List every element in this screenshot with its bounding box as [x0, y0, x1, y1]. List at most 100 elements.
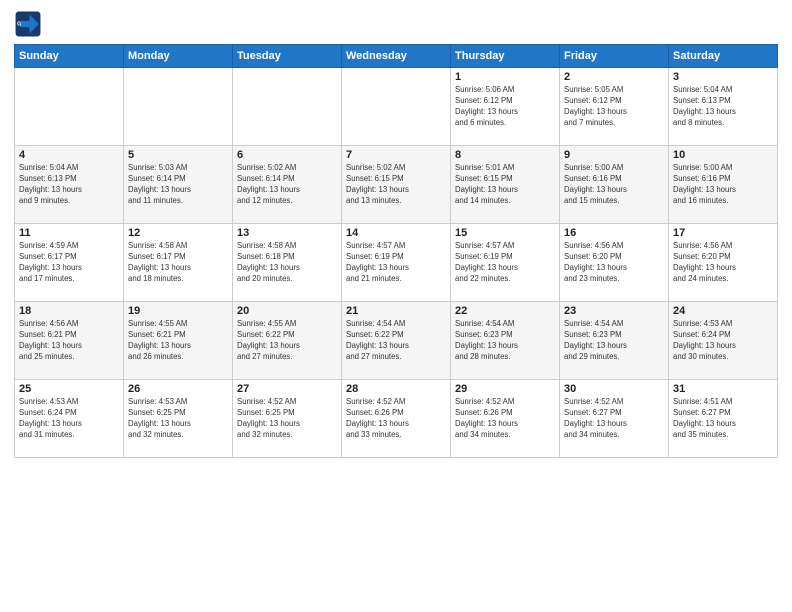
calendar-table: SundayMondayTuesdayWednesdayThursdayFrid…	[14, 44, 778, 458]
calendar-cell: 9 Sunrise: 5:00 AM Sunset: 6:16 PM Daylig…	[560, 146, 669, 224]
day-number: 18	[19, 305, 119, 317]
day-number: 8	[455, 149, 555, 161]
day-number: 5	[128, 149, 228, 161]
calendar-cell: 26 Sunrise: 4:53 AM Sunset: 6:25 PM Dayli…	[124, 380, 233, 458]
day-info: Sunrise: 5:06 AM Sunset: 6:12 PM Dayligh…	[455, 85, 555, 129]
day-number: 14	[346, 227, 446, 239]
day-info: Sunrise: 4:57 AM Sunset: 6:19 PM Dayligh…	[455, 241, 555, 285]
day-number: 19	[128, 305, 228, 317]
day-number: 27	[237, 383, 337, 395]
calendar-cell: 24 Sunrise: 4:53 AM Sunset: 6:24 PM Dayli…	[669, 302, 778, 380]
day-info: Sunrise: 4:53 AM Sunset: 6:25 PM Dayligh…	[128, 397, 228, 441]
calendar-cell: 30 Sunrise: 4:52 AM Sunset: 6:27 PM Dayli…	[560, 380, 669, 458]
day-number: 16	[564, 227, 664, 239]
calendar-cell	[15, 68, 124, 146]
day-number: 25	[19, 383, 119, 395]
day-number: 23	[564, 305, 664, 317]
calendar-cell: 17 Sunrise: 4:56 AM Sunset: 6:20 PM Dayli…	[669, 224, 778, 302]
day-info: Sunrise: 4:54 AM Sunset: 6:23 PM Dayligh…	[455, 319, 555, 363]
calendar-cell	[342, 68, 451, 146]
day-number: 30	[564, 383, 664, 395]
day-info: Sunrise: 4:58 AM Sunset: 6:17 PM Dayligh…	[128, 241, 228, 285]
day-number: 31	[673, 383, 773, 395]
calendar-cell: 1Sunrise: 5:06 AM Sunset: 6:12 PM Daylig…	[451, 68, 560, 146]
day-info: Sunrise: 5:02 AM Sunset: 6:15 PM Dayligh…	[346, 163, 446, 207]
calendar-cell: 23 Sunrise: 4:54 AM Sunset: 6:23 PM Dayli…	[560, 302, 669, 380]
calendar-cell: 18 Sunrise: 4:56 AM Sunset: 6:21 PM Dayli…	[15, 302, 124, 380]
calendar-cell: 2 Sunrise: 5:05 AM Sunset: 6:12 PM Daylig…	[560, 68, 669, 146]
calendar-cell: 22 Sunrise: 4:54 AM Sunset: 6:23 PM Dayli…	[451, 302, 560, 380]
calendar-cell: 25 Sunrise: 4:53 AM Sunset: 6:24 PM Dayli…	[15, 380, 124, 458]
header: G	[14, 10, 778, 38]
logo-icon: G	[14, 10, 42, 38]
day-info: Sunrise: 4:52 AM Sunset: 6:25 PM Dayligh…	[237, 397, 337, 441]
weekday-header-saturday: Saturday	[669, 45, 778, 68]
day-info: Sunrise: 4:53 AM Sunset: 6:24 PM Dayligh…	[19, 397, 119, 441]
calendar-cell: 15 Sunrise: 4:57 AM Sunset: 6:19 PM Dayli…	[451, 224, 560, 302]
day-number: 21	[346, 305, 446, 317]
day-info: Sunrise: 5:04 AM Sunset: 6:13 PM Dayligh…	[673, 85, 773, 129]
calendar-cell	[233, 68, 342, 146]
weekday-header-friday: Friday	[560, 45, 669, 68]
weekday-header-sunday: Sunday	[15, 45, 124, 68]
day-info: Sunrise: 4:53 AM Sunset: 6:24 PM Dayligh…	[673, 319, 773, 363]
day-info: Sunrise: 5:03 AM Sunset: 6:14 PM Dayligh…	[128, 163, 228, 207]
day-info: Sunrise: 4:54 AM Sunset: 6:23 PM Dayligh…	[564, 319, 664, 363]
day-number: 20	[237, 305, 337, 317]
day-number: 2	[564, 71, 664, 83]
day-number: 17	[673, 227, 773, 239]
day-info: Sunrise: 4:54 AM Sunset: 6:22 PM Dayligh…	[346, 319, 446, 363]
weekday-header-monday: Monday	[124, 45, 233, 68]
calendar-week-3: 11 Sunrise: 4:59 AM Sunset: 6:17 PM Dayli…	[15, 224, 778, 302]
calendar-week-5: 25 Sunrise: 4:53 AM Sunset: 6:24 PM Dayli…	[15, 380, 778, 458]
day-number: 26	[128, 383, 228, 395]
calendar-cell: 31 Sunrise: 4:51 AM Sunset: 6:27 PM Dayli…	[669, 380, 778, 458]
day-info: Sunrise: 5:00 AM Sunset: 6:16 PM Dayligh…	[673, 163, 773, 207]
calendar-cell: 6Sunrise: 5:02 AM Sunset: 6:14 PM Daylig…	[233, 146, 342, 224]
day-number: 15	[455, 227, 555, 239]
calendar-cell: 7 Sunrise: 5:02 AM Sunset: 6:15 PM Daylig…	[342, 146, 451, 224]
day-info: Sunrise: 4:58 AM Sunset: 6:18 PM Dayligh…	[237, 241, 337, 285]
day-info: Sunrise: 4:55 AM Sunset: 6:21 PM Dayligh…	[128, 319, 228, 363]
svg-text:G: G	[17, 22, 21, 28]
day-number: 12	[128, 227, 228, 239]
calendar-cell: 3 Sunrise: 5:04 AM Sunset: 6:13 PM Daylig…	[669, 68, 778, 146]
day-number: 28	[346, 383, 446, 395]
day-number: 24	[673, 305, 773, 317]
calendar-body: 1Sunrise: 5:06 AM Sunset: 6:12 PM Daylig…	[15, 68, 778, 458]
day-info: Sunrise: 4:56 AM Sunset: 6:20 PM Dayligh…	[673, 241, 773, 285]
calendar-header: SundayMondayTuesdayWednesdayThursdayFrid…	[15, 45, 778, 68]
day-info: Sunrise: 5:00 AM Sunset: 6:16 PM Dayligh…	[564, 163, 664, 207]
day-number: 29	[455, 383, 555, 395]
weekday-header-tuesday: Tuesday	[233, 45, 342, 68]
day-number: 11	[19, 227, 119, 239]
day-number: 3	[673, 71, 773, 83]
calendar-cell: 10 Sunrise: 5:00 AM Sunset: 6:16 PM Dayli…	[669, 146, 778, 224]
calendar-cell: 13Sunrise: 4:58 AM Sunset: 6:18 PM Dayli…	[233, 224, 342, 302]
day-info: Sunrise: 5:05 AM Sunset: 6:12 PM Dayligh…	[564, 85, 664, 129]
calendar-week-2: 4 Sunrise: 5:04 AM Sunset: 6:13 PM Daylig…	[15, 146, 778, 224]
day-number: 22	[455, 305, 555, 317]
day-number: 9	[564, 149, 664, 161]
day-info: Sunrise: 4:51 AM Sunset: 6:27 PM Dayligh…	[673, 397, 773, 441]
day-info: Sunrise: 5:01 AM Sunset: 6:15 PM Dayligh…	[455, 163, 555, 207]
calendar-cell	[124, 68, 233, 146]
day-number: 7	[346, 149, 446, 161]
day-number: 10	[673, 149, 773, 161]
day-info: Sunrise: 4:56 AM Sunset: 6:21 PM Dayligh…	[19, 319, 119, 363]
day-info: Sunrise: 4:59 AM Sunset: 6:17 PM Dayligh…	[19, 241, 119, 285]
day-info: Sunrise: 5:04 AM Sunset: 6:13 PM Dayligh…	[19, 163, 119, 207]
calendar-cell: 4 Sunrise: 5:04 AM Sunset: 6:13 PM Daylig…	[15, 146, 124, 224]
calendar-week-1: 1Sunrise: 5:06 AM Sunset: 6:12 PM Daylig…	[15, 68, 778, 146]
day-info: Sunrise: 4:57 AM Sunset: 6:19 PM Dayligh…	[346, 241, 446, 285]
day-info: Sunrise: 4:52 AM Sunset: 6:26 PM Dayligh…	[346, 397, 446, 441]
calendar-cell: 8 Sunrise: 5:01 AM Sunset: 6:15 PM Daylig…	[451, 146, 560, 224]
calendar-cell: 20Sunrise: 4:55 AM Sunset: 6:22 PM Dayli…	[233, 302, 342, 380]
day-info: Sunrise: 4:52 AM Sunset: 6:26 PM Dayligh…	[455, 397, 555, 441]
day-info: Sunrise: 4:52 AM Sunset: 6:27 PM Dayligh…	[564, 397, 664, 441]
day-number: 4	[19, 149, 119, 161]
calendar-cell: 16 Sunrise: 4:56 AM Sunset: 6:20 PM Dayli…	[560, 224, 669, 302]
day-info: Sunrise: 4:56 AM Sunset: 6:20 PM Dayligh…	[564, 241, 664, 285]
calendar-cell: 12 Sunrise: 4:58 AM Sunset: 6:17 PM Dayli…	[124, 224, 233, 302]
weekday-header-wednesday: Wednesday	[342, 45, 451, 68]
